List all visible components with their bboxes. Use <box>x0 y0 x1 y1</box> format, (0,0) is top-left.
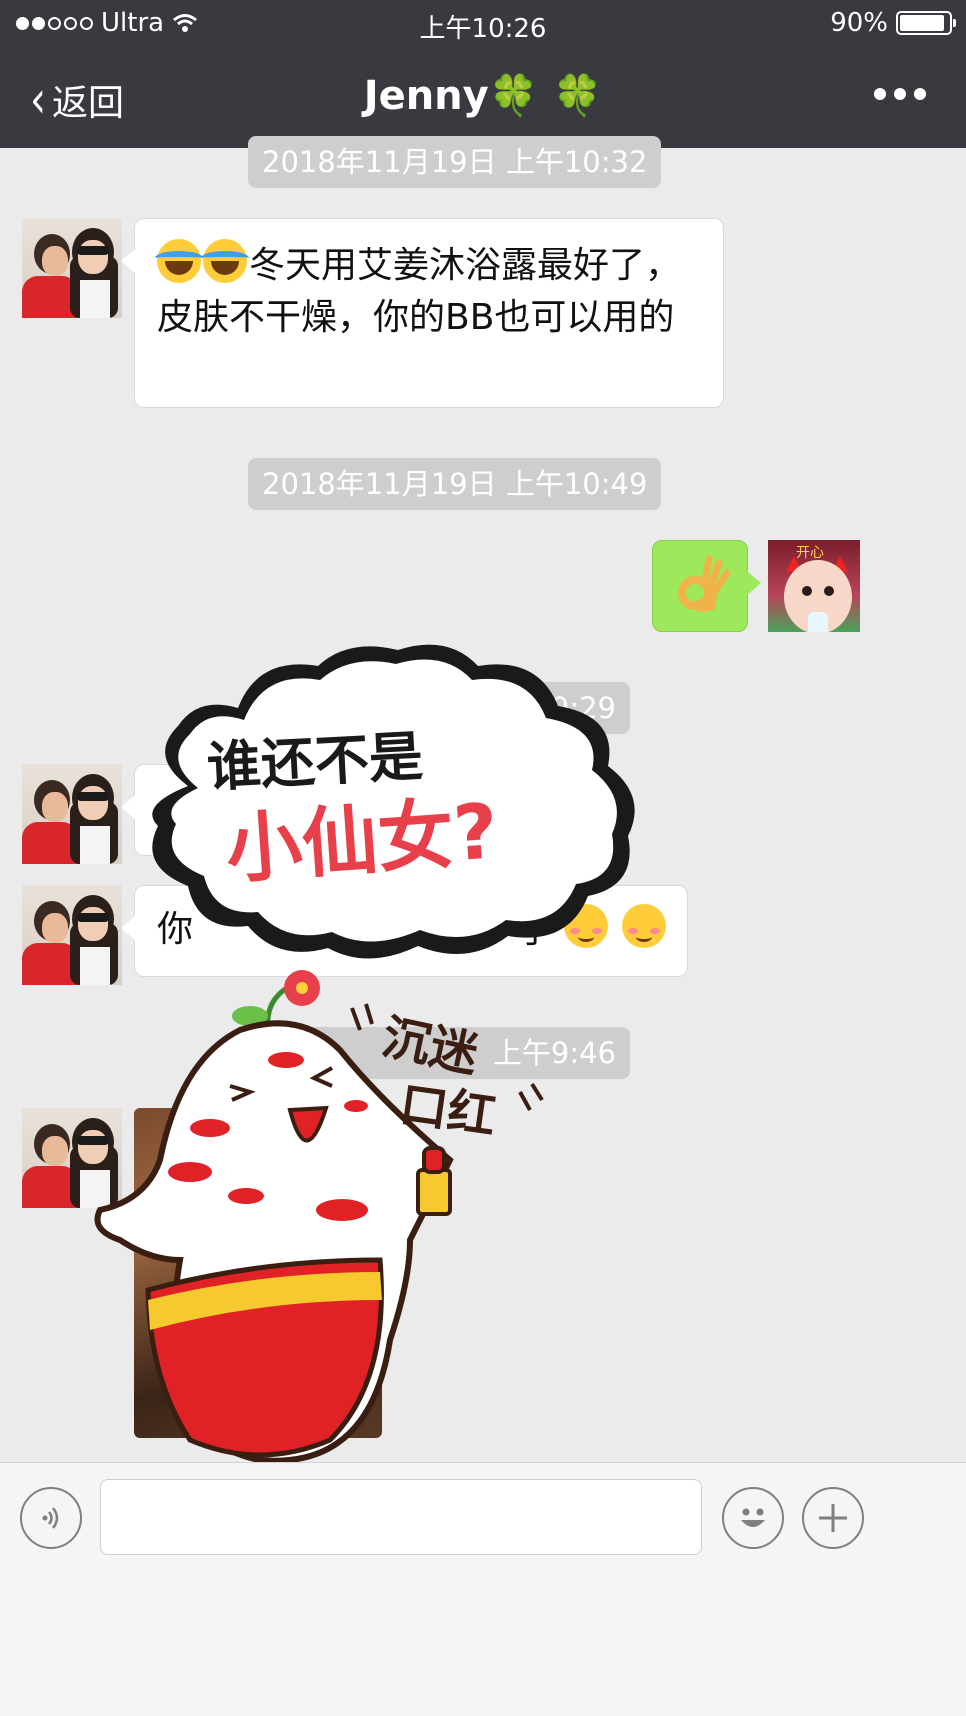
clover-icon: 🍀 <box>488 73 539 119</box>
emoji-button[interactable] <box>722 1487 784 1549</box>
message-input[interactable] <box>100 1479 702 1555</box>
top-bar: Ultra 上午10:26 90% ‹ 返回 Jenny🍀 🍀 <box>0 0 966 148</box>
battery-icon <box>896 11 956 35</box>
plus-icon <box>819 1504 847 1532</box>
avatar-contact[interactable] <box>22 218 122 318</box>
sticker-cloud-line1: 谁还不是 <box>205 725 424 799</box>
voice-icon <box>42 1507 59 1529</box>
avatar-self[interactable]: 开心 <box>768 540 860 632</box>
input-bar <box>0 1462 966 1716</box>
more-dot <box>894 88 906 100</box>
chat-title-name: Jenny <box>363 73 489 119</box>
more-dot <box>874 88 886 100</box>
chat-screen: Ultra 上午10:26 90% ‹ 返回 Jenny🍀 🍀 2018年11月… <box>0 0 966 1716</box>
battery-info: 90% <box>830 8 956 38</box>
sticker-cloud-line2: 小仙女? <box>223 786 501 894</box>
status-time: 上午10:26 <box>419 14 547 44</box>
crying-laughing-emoji-icon <box>155 239 203 283</box>
battery-percent: 90% <box>830 8 888 38</box>
nav-bar: ‹ 返回 Jenny🍀 🍀 <box>0 48 966 148</box>
status-bar: Ultra 上午10:26 90% <box>0 0 966 48</box>
more-button[interactable] <box>874 88 926 100</box>
sticker-radish[interactable]: 沉迷 口红 <box>80 960 560 1470</box>
ok-hand-emoji-icon <box>678 555 731 612</box>
emoji-face-icon <box>741 1508 765 1527</box>
avatar-contact[interactable] <box>22 764 122 864</box>
message-bubble-received[interactable]: 冬天用艾姜沐浴露最好了，皮肤不干燥，你的BB也可以用的 <box>121 218 724 408</box>
voice-button[interactable] <box>20 1487 82 1549</box>
timestamp-pill: 2018年11月19日 上午10:49 <box>248 458 662 510</box>
sticker-radish-text1: 沉迷 <box>378 1009 484 1084</box>
chat-title: Jenny🍀 🍀 <box>0 72 966 119</box>
timestamp-pill: 2018年11月19日 上午10:32 <box>248 136 662 188</box>
plus-button[interactable] <box>802 1487 864 1549</box>
sticker-cloud[interactable]: 谁还不是 小仙女? <box>118 636 658 976</box>
crying-laughing-emoji-icon <box>201 239 249 283</box>
more-dot <box>914 88 926 100</box>
message-bubble-sent[interactable] <box>652 540 761 632</box>
clover-icon-2: 🍀 <box>552 73 603 119</box>
